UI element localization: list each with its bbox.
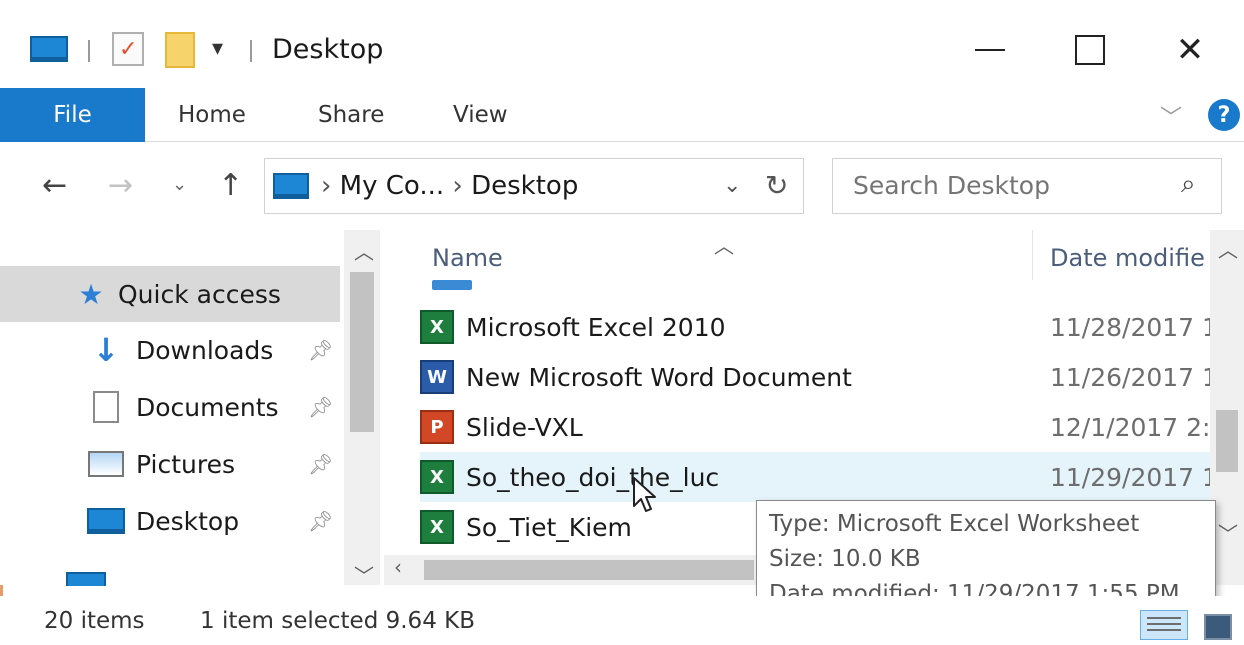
help-button[interactable]: ? bbox=[1208, 99, 1240, 131]
download-arrow-icon: ↓ bbox=[92, 331, 120, 369]
tab-file[interactable]: File bbox=[0, 88, 145, 142]
sidebar-item-documents[interactable]: Documents 📌︎ bbox=[0, 379, 340, 435]
scrollbar-thumb[interactable] bbox=[1216, 410, 1238, 472]
file-date: 12/1/2017 2:5 bbox=[1050, 412, 1227, 442]
powerpoint-file-icon: P bbox=[420, 410, 454, 444]
up-arrow-icon[interactable]: ↑ bbox=[218, 168, 243, 203]
scroll-up-chevron-icon[interactable]: ︿ bbox=[354, 236, 374, 265]
ribbon-tabs: File Home Share View ﹀ ? bbox=[0, 88, 1244, 142]
title-bar: ▾ Desktop ✕ bbox=[0, 0, 1244, 88]
sidebar-item-label: Downloads bbox=[136, 335, 274, 365]
star-icon: ★ bbox=[78, 277, 104, 311]
scrollbar-thumb[interactable] bbox=[350, 272, 374, 432]
tab-home[interactable]: Home bbox=[178, 88, 246, 142]
status-bar: 20 items 1 item selected 9.64 KB bbox=[0, 596, 1244, 645]
desktop-icon-wrap bbox=[86, 504, 126, 538]
toolbar-separator bbox=[250, 40, 252, 62]
scroll-left-chevron-icon[interactable]: ‹ bbox=[394, 555, 402, 579]
column-header-date-modified[interactable]: Date modifie bbox=[1050, 244, 1205, 272]
search-input[interactable]: Search Desktop ⌕ bbox=[832, 158, 1222, 214]
back-arrow-icon[interactable]: ← bbox=[42, 168, 67, 203]
excel-file-icon: X bbox=[420, 460, 454, 494]
file-name: Microsoft Excel 2010 bbox=[466, 312, 726, 342]
sidebar-item-quick-access[interactable]: ★ Quick access bbox=[0, 266, 340, 322]
desktop-icon bbox=[87, 508, 125, 534]
search-icon[interactable]: ⌕ bbox=[1181, 169, 1196, 200]
file-row[interactable]: W New Microsoft Word Document 11/26/2017… bbox=[420, 352, 1218, 402]
document-icon bbox=[93, 391, 119, 423]
close-button[interactable]: ✕ bbox=[1160, 28, 1220, 72]
breadcrumb-desktop[interactable]: Desktop bbox=[471, 171, 578, 201]
scrollbar-thumb[interactable] bbox=[424, 560, 754, 580]
breadcrumb[interactable]: › My Co... › Desktop bbox=[321, 171, 578, 201]
pin-icon[interactable]: 📌︎ bbox=[308, 395, 333, 419]
properties-icon[interactable] bbox=[112, 32, 144, 66]
nav-pane-scrollbar[interactable]: ︿ ﹀ bbox=[344, 230, 380, 588]
pictures-icon bbox=[88, 451, 124, 477]
new-folder-icon[interactable] bbox=[165, 32, 195, 68]
sidebar-item-pictures[interactable]: Pictures 📌︎ bbox=[0, 436, 340, 492]
file-date: 11/28/2017 1 bbox=[1050, 312, 1218, 342]
computer-icon bbox=[273, 173, 309, 199]
breadcrumb-my-computer[interactable]: My Co... bbox=[340, 171, 444, 201]
tooltip-type: Type: Microsoft Excel Worksheet bbox=[769, 511, 1140, 537]
expand-ribbon-chevron-icon[interactable]: ﹀ bbox=[1160, 100, 1182, 132]
excel-file-icon: X bbox=[420, 510, 454, 544]
file-row[interactable]: X Microsoft Excel 2010 11/28/2017 1 bbox=[420, 302, 1218, 352]
address-dropdown-chevron-icon[interactable]: ⌄ bbox=[723, 173, 741, 198]
tooltip-size: Size: 10.0 KB bbox=[769, 546, 921, 572]
pin-icon[interactable]: 📌︎ bbox=[308, 338, 333, 362]
scroll-up-chevron-icon[interactable]: ︿ bbox=[1218, 234, 1238, 263]
tab-share[interactable]: Share bbox=[318, 88, 384, 142]
recent-locations-chevron-icon[interactable]: ⌄ bbox=[172, 174, 187, 195]
file-name: Slide-VXL bbox=[466, 412, 583, 442]
computer-icon[interactable] bbox=[30, 36, 68, 62]
scroll-down-chevron-icon[interactable]: ﹀ bbox=[1218, 518, 1238, 547]
details-view-button[interactable] bbox=[1140, 610, 1188, 640]
file-name: So_Tiet_Kiem bbox=[466, 512, 632, 542]
file-date: 11/29/2017 1 bbox=[1050, 462, 1218, 492]
pin-icon[interactable]: 📌︎ bbox=[308, 452, 333, 476]
selection-info: 1 item selected 9.64 KB bbox=[200, 608, 476, 634]
forward-arrow-icon[interactable]: → bbox=[108, 168, 133, 203]
file-name: So_theo_doi_the_luc bbox=[466, 462, 720, 492]
column-divider[interactable] bbox=[1032, 230, 1033, 280]
file-row[interactable]: X So_theo_doi_the_luc 11/29/2017 1 bbox=[420, 452, 1218, 502]
search-placeholder: Search Desktop bbox=[853, 171, 1050, 200]
window-title: Desktop bbox=[272, 34, 384, 65]
computer-icon bbox=[66, 572, 106, 586]
tab-view[interactable]: View bbox=[453, 88, 508, 142]
sort-ascending-icon: ︿ bbox=[714, 234, 734, 258]
scroll-down-chevron-icon[interactable]: ﹀ bbox=[354, 560, 374, 589]
file-row[interactable]: P Slide-VXL 12/1/2017 2:5 bbox=[420, 402, 1226, 452]
address-bar[interactable]: › My Co... › Desktop ⌄ ↻ bbox=[264, 158, 804, 214]
excel-file-icon: X bbox=[420, 310, 454, 344]
file-date: 11/26/2017 1 bbox=[1050, 362, 1218, 392]
sidebar-item-downloads[interactable]: ↓ Downloads 📌︎ bbox=[0, 322, 340, 378]
sidebar-item-label: Quick access bbox=[118, 279, 281, 309]
sidebar-item-label: Desktop bbox=[136, 506, 240, 536]
internet-explorer-icon bbox=[432, 280, 472, 290]
navigation-bar: ← → ⌄ ↑ › My Co... › Desktop ⌄ ↻ Search … bbox=[0, 142, 1244, 230]
large-icons-view-button[interactable] bbox=[1196, 610, 1236, 640]
column-header-name[interactable]: Name bbox=[432, 244, 503, 272]
refresh-icon[interactable]: ↻ bbox=[765, 169, 788, 202]
sidebar-item-label: Documents bbox=[136, 392, 279, 422]
mouse-cursor-icon bbox=[632, 476, 658, 518]
toolbar-separator bbox=[88, 40, 90, 62]
item-count: 20 items bbox=[44, 608, 145, 634]
file-name: New Microsoft Word Document bbox=[466, 362, 852, 392]
documents-icon-wrap bbox=[86, 390, 126, 424]
sidebar-item-desktop[interactable]: Desktop 📌︎ bbox=[0, 493, 340, 549]
pin-icon[interactable]: 📌︎ bbox=[308, 509, 333, 533]
minimize-button[interactable] bbox=[960, 28, 1020, 72]
quick-access-toolbar-dropdown-icon[interactable]: ▾ bbox=[212, 36, 223, 61]
navigation-pane: ★ Quick access ↓ Downloads 📌︎ Documents … bbox=[0, 230, 380, 588]
word-file-icon: W bbox=[420, 360, 454, 394]
maximize-button[interactable] bbox=[1060, 28, 1120, 72]
pictures-icon-wrap bbox=[86, 447, 126, 481]
sidebar-item-label: Pictures bbox=[136, 449, 235, 479]
